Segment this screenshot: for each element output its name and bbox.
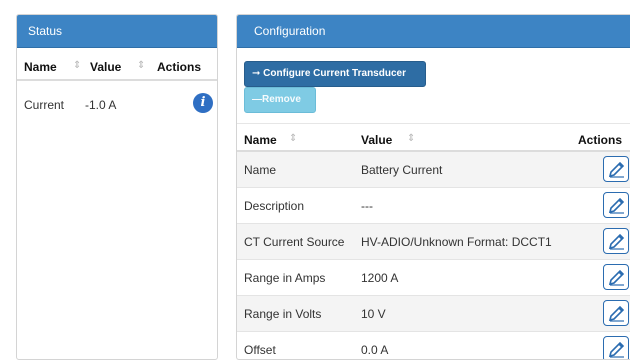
config-row-value: --- [361, 199, 373, 213]
config-row-value: 1200 A [361, 271, 399, 285]
status-col-value[interactable]: Value [90, 60, 121, 74]
configuration-table: Name ⇕ Value ⇕ Actions Name Battery Curr… [237, 123, 630, 359]
configuration-table-header: Name ⇕ Value ⇕ Actions [237, 123, 630, 152]
table-row: Range in Amps 1200 A [237, 260, 630, 296]
config-row-name: Offset [244, 343, 276, 357]
sort-icon[interactable]: ⇕ [137, 60, 145, 71]
config-col-actions: Actions [578, 133, 623, 147]
sort-icon[interactable]: ⇕ [407, 133, 415, 144]
table-row: Description --- [237, 188, 630, 224]
status-row-value: -1.0 A [85, 98, 117, 112]
status-col-name[interactable]: Name [24, 60, 57, 74]
config-col-name[interactable]: Name [244, 133, 277, 147]
remove-button[interactable]: —Remove [244, 87, 316, 113]
edit-icon[interactable] [603, 192, 629, 218]
config-row-name: Range in Volts [244, 307, 322, 321]
configure-current-transducer-button[interactable]: ➞ Configure Current Transducer [244, 61, 426, 87]
config-row-value: 10 V [361, 307, 386, 321]
status-row-name: Current [24, 98, 65, 112]
config-row-name: Name [244, 163, 277, 177]
edit-icon[interactable] [603, 228, 629, 254]
config-row-value: HV-ADIO/Unknown Format: DCCT1 [361, 235, 552, 249]
config-row-value: Battery Current [361, 163, 443, 177]
edit-icon[interactable] [603, 264, 629, 290]
status-panel-title: Status [17, 15, 217, 48]
table-row: Offset 0.0 A [237, 332, 630, 359]
config-row-value: 0.0 A [361, 343, 389, 357]
status-col-actions: Actions [157, 60, 202, 74]
sort-icon[interactable]: ⇕ [289, 133, 297, 144]
configuration-rows: Name Battery Current Description --- CT … [237, 152, 630, 359]
table-row: CT Current Source HV-ADIO/Unknown Format… [237, 224, 630, 260]
config-row-name: CT Current Source [244, 235, 345, 249]
info-icon[interactable]: i [193, 93, 213, 113]
remove-button-label: Remove [262, 94, 301, 105]
table-row: Name Battery Current [237, 152, 630, 188]
configure-button-label: Configure Current Transducer [263, 68, 406, 79]
table-row: Current -1.0 A i [17, 93, 217, 125]
edit-icon[interactable] [603, 156, 629, 182]
table-row: Range in Volts 10 V [237, 296, 630, 332]
wrench-icon: ➞ [252, 68, 261, 79]
status-panel: Status Name ⇕ Value ⇕ Actions Current -1… [16, 14, 218, 360]
edit-icon[interactable] [603, 300, 629, 326]
status-table-header: Name ⇕ Value ⇕ Actions [17, 56, 217, 81]
config-col-value[interactable]: Value [361, 133, 392, 147]
configuration-panel: Configuration ➞ Configure Current Transd… [236, 14, 630, 360]
edit-icon[interactable] [603, 336, 629, 359]
config-row-name: Description [244, 199, 305, 213]
configuration-panel-title: Configuration [237, 15, 630, 48]
config-row-name: Range in Amps [244, 271, 326, 285]
minus-icon: — [252, 94, 262, 105]
sort-icon[interactable]: ⇕ [73, 60, 81, 71]
